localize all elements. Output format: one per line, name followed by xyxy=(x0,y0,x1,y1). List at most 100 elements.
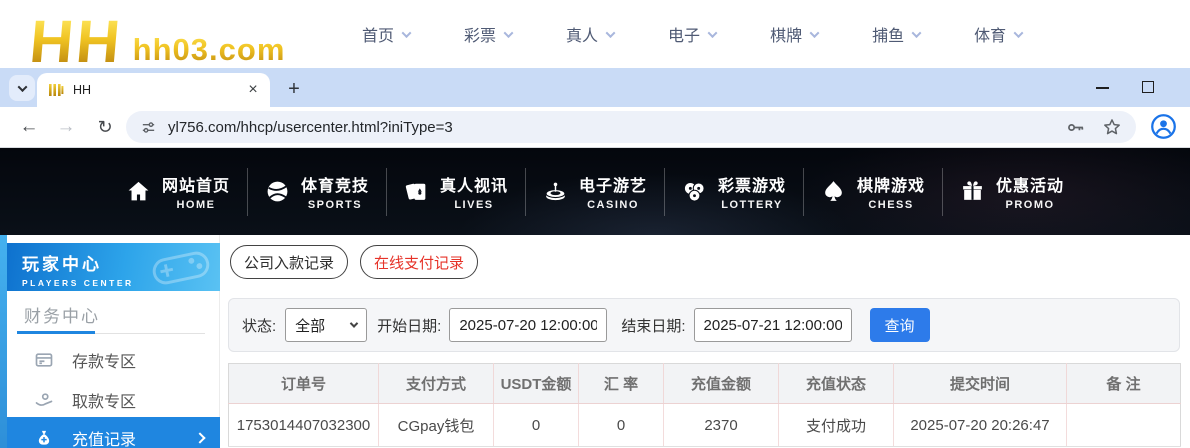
col-order-number: 订单号 xyxy=(229,364,379,404)
nav-item-promo[interactable]: 优惠活动 PROMO xyxy=(942,168,1081,216)
players-center-banner: 玩家中心 PLAYERS CENTER xyxy=(7,243,220,291)
bookmark-star-icon[interactable] xyxy=(1102,117,1122,137)
nav-label-cn: 优惠活动 xyxy=(996,172,1064,196)
records-table: 订单号 支付方式 USDT金额 汇 率 充值金额 充值状态 提交时间 备 注 1… xyxy=(228,363,1181,447)
browser-toolbar: ← → ↻ yl756.com/hhcp/usercenter.html?ini… xyxy=(0,107,1190,148)
nav-item-sports[interactable]: 体育竞技 SPORTS xyxy=(247,168,386,216)
status-select[interactable]: 全部 xyxy=(285,308,367,342)
table-header-row: 订单号 支付方式 USDT金额 汇 率 充值金额 充值状态 提交时间 备 注 xyxy=(229,364,1181,404)
nav-label-cn: 彩票游戏 xyxy=(718,172,786,196)
nav-label-en: CHESS xyxy=(857,199,925,211)
sidebar-section-finance[interactable]: 财务中心 xyxy=(24,302,100,327)
promo-nav-lottery[interactable]: 彩票 xyxy=(464,22,512,46)
promo-nav-label: 彩票 xyxy=(464,22,496,46)
sidebar-item-recharge-records[interactable]: 充值记录 xyxy=(7,417,220,448)
start-date-input[interactable] xyxy=(449,308,607,342)
chevron-down-icon xyxy=(350,319,358,327)
roulette-icon xyxy=(543,179,568,204)
tab-search-icon xyxy=(17,82,27,92)
chevron-down-icon xyxy=(504,28,514,38)
url-text: yl756.com/hhcp/usercenter.html?iniType=3 xyxy=(168,119,1049,136)
forward-button[interactable]: → xyxy=(53,114,79,140)
nav-item-lives[interactable]: 真人视讯LIVES xyxy=(386,168,525,216)
tab-online-payment-records[interactable]: 在线支付记录 xyxy=(360,245,478,279)
end-date-input[interactable] xyxy=(694,308,852,342)
col-exchange-rate: 汇 率 xyxy=(579,364,664,404)
chevron-down-icon xyxy=(708,28,718,38)
table-row: 1753014407032300 CGpay钱包 0 0 2370 支付成功 2… xyxy=(229,404,1181,447)
nav-label-en: SPORTS xyxy=(301,199,369,211)
withdraw-icon xyxy=(34,390,54,410)
back-button[interactable]: ← xyxy=(16,114,42,140)
nav-label-cn: 体育竞技 xyxy=(301,172,369,196)
col-remarks: 备 注 xyxy=(1067,364,1181,404)
nav-label-en: LIVES xyxy=(440,199,508,211)
col-usdt-amount: USDT金额 xyxy=(494,364,579,404)
reload-button[interactable]: ↻ xyxy=(92,114,118,140)
promo-nav-chess[interactable]: 棋牌 xyxy=(770,22,818,46)
address-bar[interactable]: yl756.com/hhcp/usercenter.html?iniType=3 xyxy=(126,111,1136,143)
sports-ball-icon xyxy=(265,179,290,204)
sidebar: 玩家中心 PLAYERS CENTER 财务中心 存款专区 取款专区 充值记录 xyxy=(0,235,220,448)
favicon xyxy=(49,83,64,97)
sidebar-item-withdraw[interactable]: 取款专区 xyxy=(7,380,220,420)
chevron-right-icon xyxy=(194,432,205,443)
promo-nav: 首页 彩票 真人 电子 棋牌 捕鱼 体育 xyxy=(362,0,1022,68)
nav-label-cn: 电子游艺 xyxy=(579,172,647,196)
page-content: 玩家中心 PLAYERS CENTER 财务中心 存款专区 取款专区 充值记录 xyxy=(0,235,1190,448)
sidebar-item-deposit[interactable]: 存款专区 xyxy=(7,340,220,380)
nav-label-cn: 网站首页 xyxy=(162,172,230,196)
spade-icon xyxy=(821,179,846,204)
password-key-icon[interactable] xyxy=(1065,117,1086,138)
cell-usdt-amount: 0 xyxy=(494,404,579,447)
deposit-icon xyxy=(34,350,54,370)
promo-nav-slots[interactable]: 电子 xyxy=(668,22,716,46)
profile-avatar-icon[interactable] xyxy=(1150,113,1177,145)
maximize-icon[interactable] xyxy=(1142,81,1154,93)
nav-label-en: LOTTERY xyxy=(718,199,786,211)
promo-nav-fishing[interactable]: 捕鱼 xyxy=(872,22,920,46)
promo-nav-label: 电子 xyxy=(668,22,700,46)
promo-nav-sports[interactable]: 体育 xyxy=(974,22,1022,46)
close-tab-icon[interactable]: × xyxy=(244,81,262,99)
record-tabs: 公司入款记录 在线支付记录 xyxy=(230,245,478,279)
end-date-label: 结束日期: xyxy=(621,315,685,336)
nav-item-home[interactable]: 网站首页 HOME xyxy=(109,168,247,216)
chevron-down-icon xyxy=(1014,28,1024,38)
sidebar-accent-strip xyxy=(0,235,7,448)
browser-tab[interactable]: HH × xyxy=(37,73,270,107)
chevron-down-icon xyxy=(606,28,616,38)
site-info-icon[interactable] xyxy=(140,119,157,136)
promo-nav-label: 首页 xyxy=(362,22,394,46)
site-logo[interactable]: HH hh03.com xyxy=(30,0,285,72)
nav-label-en: PROMO xyxy=(996,199,1064,211)
nav-label-cn: 棋牌游戏 xyxy=(857,172,925,196)
new-tab-button[interactable]: + xyxy=(281,76,307,102)
promo-nav-home[interactable]: 首页 xyxy=(362,22,410,46)
cell-recharge-status: 支付成功 xyxy=(779,404,894,447)
col-payment-method: 支付方式 xyxy=(379,364,494,404)
promo-nav-label: 捕鱼 xyxy=(872,22,904,46)
promo-nav-live[interactable]: 真人 xyxy=(566,22,614,46)
tab-search-button[interactable] xyxy=(9,75,35,101)
nav-item-casino[interactable]: 电子游艺 CASINO xyxy=(525,168,664,216)
tab-company-deposit-records[interactable]: 公司入款记录 xyxy=(230,245,348,279)
lottery-balls-icon xyxy=(682,179,707,204)
nav-label-en: HOME xyxy=(162,199,230,211)
start-date-label: 开始日期: xyxy=(377,315,441,336)
gift-icon xyxy=(960,179,985,204)
nav-item-chess[interactable]: 棋牌游戏 CHESS xyxy=(803,168,942,216)
page-root: HH hh03.com 首页 彩票 真人 电子 棋牌 捕鱼 体育 HH × + … xyxy=(0,0,1190,448)
logo-domain-text: hh03.com xyxy=(133,28,286,72)
promo-nav-label: 棋牌 xyxy=(770,22,802,46)
filter-bar: 状态: 全部 开始日期: 结束日期: 查询 xyxy=(228,298,1180,352)
main-panel: 公司入款记录 在线支付记录 状态: 全部 开始日期: 结束日期: 查询 xyxy=(228,235,1180,448)
browser-tab-strip: HH × + xyxy=(0,68,1190,107)
nav-label-en: CASINO xyxy=(579,199,647,211)
minimize-icon[interactable] xyxy=(1096,87,1109,89)
playing-cards-icon xyxy=(404,179,429,204)
query-button[interactable]: 查询 xyxy=(870,308,930,342)
cell-order-number: 1753014407032300 xyxy=(229,404,379,447)
promo-bar: HH hh03.com 首页 彩票 真人 电子 棋牌 捕鱼 体育 xyxy=(0,0,1190,68)
nav-item-lottery[interactable]: 彩票游戏 LOTTERY xyxy=(664,168,803,216)
